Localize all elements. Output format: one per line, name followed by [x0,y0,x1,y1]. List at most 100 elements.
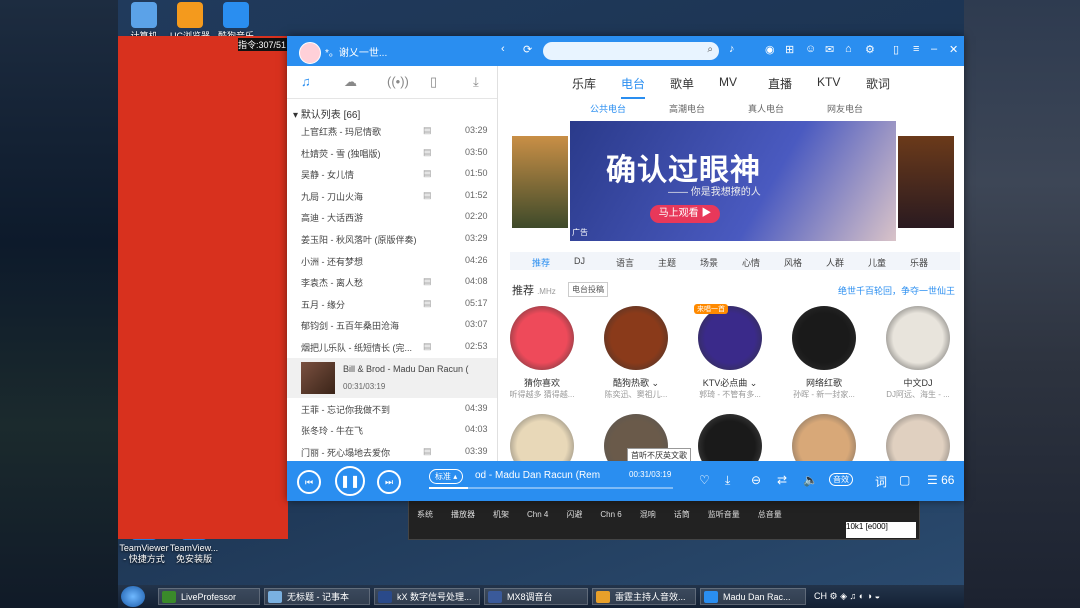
song-row[interactable]: 郁钧剑 - 五百年桑田沧海 03:07 [287,314,497,336]
repeat-icon[interactable]: ⇄ [777,473,787,487]
station-card[interactable]: 网络红歌 孙晖 - 新一封家... [784,306,864,400]
mini-mode-icon[interactable]: ▯ [893,43,899,56]
mixer-panel[interactable]: 系统 播放器 机架 Chn 4 闪避 Chn 6 混响 话筒 监听音量 总音量 [408,500,920,540]
shirt-icon[interactable]: ⌂ [845,43,852,55]
quality-tag[interactable]: 标准 ▴ [429,469,464,484]
category-tab[interactable]: 场景 [700,256,718,269]
favorite-icon[interactable]: ♡ [699,473,710,487]
taskbar-button[interactable]: 雷霆主持人音效... [592,588,696,605]
promo-banner[interactable]: 确认过眼神 —— 你是我想撩的人 马上观看 ▶ 广告 [570,121,896,241]
song-row[interactable]: 烟把儿乐队 - 纸短情长 (完... ▤ 02:53 [287,336,497,358]
mv-icon[interactable]: ▤ [423,147,432,158]
mv-icon[interactable]: ▤ [423,446,432,457]
mic-icon[interactable]: ♪ [729,43,735,55]
song-row[interactable]: 姜玉阳 - 秋风落叶 (原版伴奏) 03:29 [287,228,497,250]
main-tab[interactable]: 歌单 [670,75,694,92]
song-row[interactable]: 杜婧荧 - 雪 (独唱版) ▤ 03:50 [287,142,497,164]
main-tab[interactable]: 电台 [621,75,646,99]
game-icon[interactable]: ⊞ [785,43,794,56]
mail-icon[interactable]: ✉ [825,43,834,56]
banner-side-left[interactable] [512,136,568,228]
song-row[interactable]: 门丽 - 死心塌地去爱你 ▤ 03:39 [287,441,497,463]
playlist-count[interactable]: ☰ 66 [927,473,954,487]
sub-tab[interactable]: 公共电台 [590,102,626,115]
mv-icon[interactable]: ▤ [423,276,432,287]
back-icon[interactable]: ‹ [501,43,505,55]
background-app-window[interactable]: 指令:307/51 [118,36,290,539]
lyrics-icon[interactable]: 词 [875,473,887,490]
station-card[interactable]: 中文DJ DJ阿远、海生 - ... [878,306,958,400]
mv-icon[interactable]: ▤ [423,190,432,201]
category-tab[interactable]: 语言 [616,256,634,269]
play-circle-icon[interactable]: ◉ [765,43,775,56]
search-input[interactable]: ⌕ [543,42,719,60]
menu-icon[interactable]: ≡ [913,43,919,55]
category-tab[interactable]: 乐器 [910,256,928,269]
main-tab[interactable]: 乐库 [572,75,596,92]
progress-bar[interactable] [429,487,673,489]
song-row[interactable]: 九局 - 刀山火海 ▤ 01:52 [287,185,497,207]
category-tab[interactable]: 风格 [784,256,802,269]
settings-icon[interactable]: ⚙ [865,43,875,56]
username[interactable]: *。谢乂一世... [325,44,387,59]
search-icon[interactable]: ⌕ [707,44,713,55]
station-card[interactable]: 酷狗热歌 ⌄ 陈奕迅、窦祖儿... [596,306,676,400]
system-tray[interactable]: CH ⚙ ◈ ♫ ◐ ◑ ◒ [814,591,880,602]
previous-button[interactable]: ⏮ [297,470,321,494]
title-bar[interactable]: *。谢乂一世... ‹ ⟳ ⌕ ♪ ◉ ⊞ ☺ ✉ ⌂ ⚙ ▯ ≡ – ✕ [287,36,964,66]
mv-icon[interactable]: ▤ [423,168,432,179]
sub-tab[interactable]: 网友电台 [827,102,863,115]
sound-effect-button[interactable]: 音效 [829,473,853,486]
comment-icon[interactable]: ▢ [899,473,910,487]
download-icon[interactable]: ⤓ [725,473,730,488]
song-row[interactable]: 吴静 - 女儿情 ▤ 01:50 [287,163,497,185]
mv-icon[interactable]: ▤ [423,298,432,309]
mv-icon[interactable]: ▤ [423,125,432,136]
sub-tab[interactable]: 高潮电台 [669,102,705,115]
left-tab-icon[interactable]: ▯ [430,74,437,90]
song-row[interactable]: 小洲 - 还有梦想 04:26 [287,250,497,272]
song-row[interactable]: 高迪 - 大话西游 02:20 [287,206,497,228]
mv-icon[interactable]: ▤ [423,341,432,352]
main-tab[interactable]: KTV [817,75,840,89]
left-tab-icon[interactable]: ((•)) [387,74,409,89]
taskbar-button[interactable]: 无标题 - 记事本 [264,588,370,605]
taskbar-button[interactable]: MX8调音台 [484,588,588,605]
main-tab[interactable]: MV [719,75,737,89]
pause-button[interactable]: ❚❚ [335,466,365,496]
main-tab[interactable]: 歌词 [866,75,890,92]
next-button[interactable]: ⏭ [377,470,401,494]
category-tab[interactable]: 儿童 [868,256,886,269]
sub-tab[interactable]: 真人电台 [748,102,784,115]
category-tab[interactable]: 心情 [742,256,760,269]
current-song-row[interactable]: Bill & Brod - Madu Dan Racun (00:31/03:1… [287,357,497,398]
minimize-icon[interactable]: – [931,43,937,55]
song-row[interactable]: 张冬玲 - 牛在飞 04:03 [287,419,497,441]
category-tab[interactable]: 主题 [658,256,676,269]
left-tab-icon[interactable]: ☁ [344,74,357,90]
playlist-header[interactable]: ▾ 默认列表 [66] [287,99,497,122]
close-icon[interactable]: ✕ [949,43,958,56]
user-icon[interactable]: ☺ [805,43,816,55]
refresh-icon[interactable]: ⟳ [523,43,532,56]
station-card[interactable]: 来唱一首 KTV必点曲 ⌄ 郭琦 - 不管有多... [690,304,770,400]
recommend-link[interactable]: 绝世千百轮回，争夺一世仙王 [838,284,955,297]
song-row[interactable]: 王菲 - 忘记你我做不到 04:39 [287,398,497,420]
main-tab[interactable]: 直播 [768,75,792,92]
start-button[interactable] [121,586,145,607]
category-tab[interactable]: 推荐 [532,256,550,269]
song-row[interactable]: 上官红燕 - 玛尼情歌 ▤ 03:29 [287,120,497,142]
category-tab[interactable]: 人群 [826,256,844,269]
left-tab-icon[interactable]: ♫ [301,74,311,89]
song-row[interactable]: 五月 - 缘分 ▤ 05:17 [287,293,497,315]
left-tab-icon[interactable]: ⤓ [473,74,479,90]
submit-station-button[interactable]: 电台投稿 [568,282,608,297]
taskbar-button[interactable]: LiveProfessor [158,588,260,605]
taskbar-button[interactable]: Madu Dan Rac... [700,588,806,605]
banner-side-right[interactable] [898,136,954,228]
more-icon[interactable]: ⊖ [751,473,761,487]
category-tab[interactable]: DJ [574,256,585,266]
taskbar-button[interactable]: kX 数字信号处理... [374,588,480,605]
volume-icon[interactable]: 🔈 [803,473,818,487]
user-avatar[interactable] [299,42,321,64]
